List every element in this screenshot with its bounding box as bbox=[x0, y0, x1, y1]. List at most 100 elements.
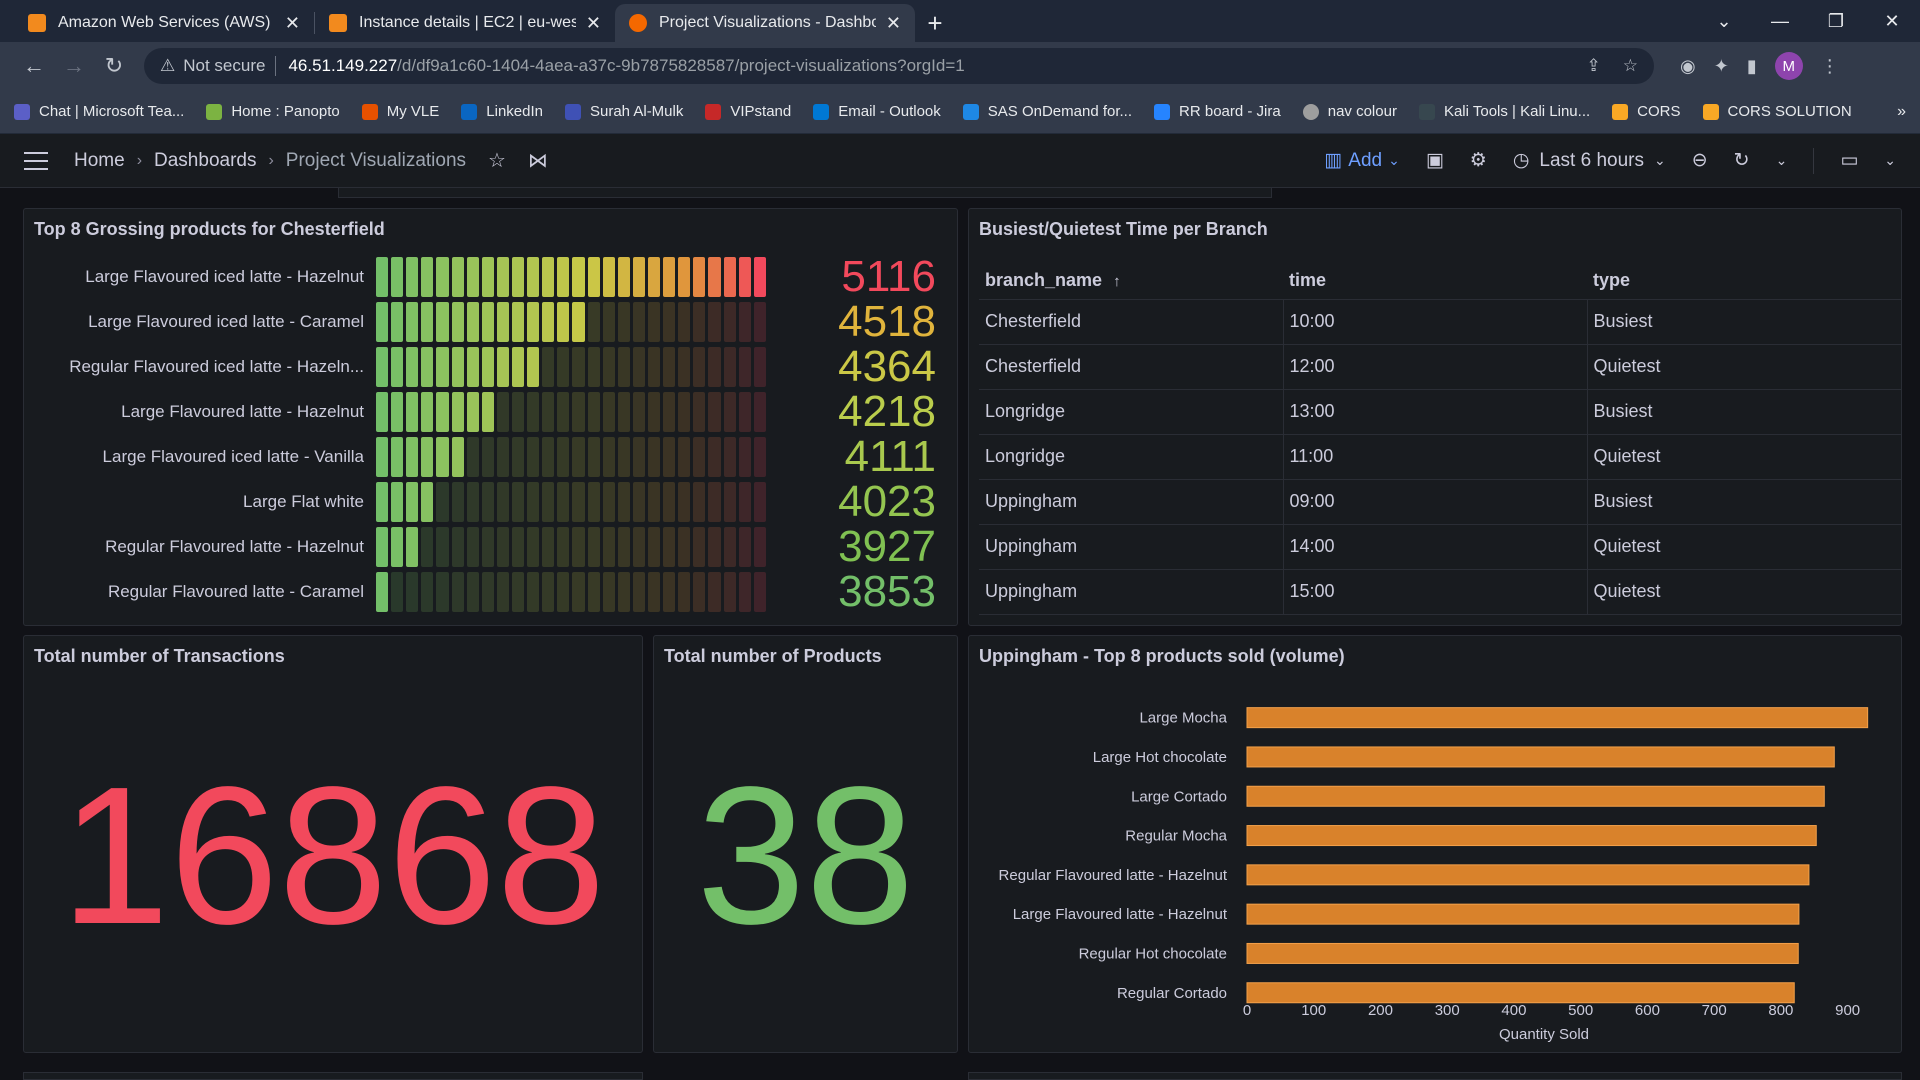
menu-icon[interactable] bbox=[24, 151, 48, 170]
bookmark-vle[interactable]: My VLE bbox=[361, 103, 439, 120]
bar-gauge-cell bbox=[587, 302, 600, 342]
address-bar[interactable]: ⚠ Not secure 46.51.149.227/d/df9a1c60-14… bbox=[144, 48, 1654, 84]
jira-icon bbox=[1154, 103, 1171, 120]
bar-gauge-cell bbox=[572, 392, 585, 432]
table-cell: 10:00 bbox=[1283, 299, 1588, 345]
chevron-down-icon[interactable]: ⌄ bbox=[1776, 152, 1788, 169]
bar-gauge-cell bbox=[496, 302, 509, 342]
table-cell: Longridge bbox=[979, 434, 1284, 480]
bookmark-surah[interactable]: Surah Al-Mulk bbox=[564, 103, 683, 120]
puzzle-extensions-icon[interactable]: ✦ bbox=[1714, 56, 1729, 77]
bar-gauge-cell bbox=[753, 482, 766, 522]
minimize-icon[interactable]: — bbox=[1752, 11, 1808, 32]
bookmark-teams[interactable]: Chat | Microsoft Tea... bbox=[14, 103, 184, 120]
bar-category-label: Large Flavoured latte - Hazelnut bbox=[1013, 906, 1228, 923]
bar-gauge-cell bbox=[391, 392, 404, 432]
x-tick-label: 100 bbox=[1301, 1002, 1326, 1019]
column-header-branch-name[interactable]: branch_name ↑ bbox=[979, 263, 1283, 300]
bookmark-nav-colour[interactable]: nav colour bbox=[1302, 103, 1397, 120]
bar-gauge-cell bbox=[406, 527, 419, 567]
panel-total-products: Total number of Products 38 bbox=[653, 635, 958, 1053]
bar-gauge-cell bbox=[663, 527, 676, 567]
save-icon[interactable]: ▣ bbox=[1426, 149, 1444, 172]
bar-gauge-cell bbox=[572, 482, 585, 522]
bar-gauge-cell bbox=[466, 302, 479, 342]
collapsed-panel-edge bbox=[338, 188, 1272, 198]
restore-icon[interactable]: ❐ bbox=[1808, 11, 1864, 32]
bookmark-star-icon[interactable]: ☆ bbox=[1623, 56, 1638, 76]
bar-gauge-cell bbox=[587, 482, 600, 522]
bookmark-vipstand[interactable]: VIPstand bbox=[705, 103, 791, 120]
bookmark-panopto[interactable]: Home : Panopto bbox=[206, 103, 340, 120]
time-range-picker[interactable]: ◷ Last 6 hours ⌄ bbox=[1513, 149, 1666, 172]
chevron-right-icon: › bbox=[136, 151, 143, 169]
bar-gauge-cell bbox=[602, 392, 615, 432]
bar-gauge-cell bbox=[466, 347, 479, 387]
browser-tab-aws[interactable]: Amazon Web Services (AWS) ✕ bbox=[14, 4, 314, 42]
chevron-down-icon: ⌄ bbox=[1388, 152, 1400, 168]
side-panel-icon[interactable]: ▮ bbox=[1747, 56, 1757, 77]
close-window-icon[interactable]: ✕ bbox=[1864, 11, 1920, 32]
bar-gauge-cell bbox=[617, 482, 630, 522]
browser-tab-grafana[interactable]: Project Visualizations - Dashboard ✕ bbox=[615, 4, 915, 42]
bookmark-kali[interactable]: Kali Tools | Kali Linu... bbox=[1418, 103, 1590, 120]
bar-gauge-cell bbox=[406, 482, 419, 522]
bar-gauge-cell bbox=[753, 527, 766, 567]
bookmark-linkedin[interactable]: LinkedIn bbox=[461, 103, 543, 120]
bar-gauge-cell bbox=[708, 482, 721, 522]
bar-gauge-cell bbox=[678, 347, 691, 387]
x-tick-label: 800 bbox=[1768, 1002, 1793, 1019]
panel-title[interactable]: Total number of Transactions bbox=[34, 646, 285, 667]
tab-search-chevron-icon[interactable]: ⌄ bbox=[1696, 11, 1752, 32]
bar-gauge-cell bbox=[557, 527, 570, 567]
bar-gauge-cell bbox=[376, 437, 389, 477]
chevron-down-icon[interactable]: ⌄ bbox=[1884, 152, 1896, 169]
new-tab-button[interactable]: + bbox=[915, 4, 955, 42]
breadcrumb-home[interactable]: Home bbox=[74, 150, 125, 172]
nav-separator bbox=[1813, 147, 1815, 174]
x-tick-label: 0 bbox=[1243, 1002, 1251, 1019]
bar-gauge-row: Large Flavoured latte - Hazelnut 4218 bbox=[32, 390, 936, 434]
share-icon[interactable]: ⋈ bbox=[528, 148, 548, 173]
refresh-icon[interactable]: ↻ bbox=[1734, 149, 1750, 172]
bar-gauge-cell bbox=[496, 527, 509, 567]
reload-icon[interactable]: ↻ bbox=[94, 53, 134, 79]
share-icon[interactable]: ⇪ bbox=[1587, 56, 1601, 76]
panel-title[interactable]: Total number of Products bbox=[664, 646, 882, 667]
back-arrow-icon[interactable]: ← bbox=[14, 53, 54, 79]
bookmark-label: Chat | Microsoft Tea... bbox=[39, 103, 185, 120]
browser-tab-ec2[interactable]: Instance details | EC2 | eu-west-1 ✕ bbox=[315, 4, 615, 42]
close-icon[interactable]: ✕ bbox=[586, 13, 601, 34]
add-button[interactable]: ▥ Add ⌄ bbox=[1324, 149, 1400, 172]
bar-gauge-cell bbox=[421, 437, 434, 477]
x-tick-label: 200 bbox=[1368, 1002, 1393, 1019]
bookmark-jira[interactable]: RR board - Jira bbox=[1154, 103, 1281, 120]
bookmark-outlook[interactable]: Email - Outlook bbox=[813, 103, 941, 120]
extension-owl-icon[interactable]: ◉ bbox=[1680, 56, 1696, 77]
profile-avatar[interactable]: M bbox=[1774, 52, 1803, 80]
table-row: Uppingham 14:00 Quietest bbox=[979, 524, 1901, 570]
more-bookmarks-icon[interactable]: » bbox=[1897, 103, 1906, 121]
zoom-out-icon[interactable]: ⊖ bbox=[1692, 149, 1708, 172]
column-header-type[interactable]: type bbox=[1587, 263, 1901, 300]
bookmark-sas[interactable]: SAS OnDemand for... bbox=[962, 103, 1132, 120]
panel-title[interactable]: Busiest/Quietest Time per Branch bbox=[979, 219, 1268, 240]
sort-ascending-icon: ↑ bbox=[1113, 273, 1121, 291]
gear-icon[interactable]: ⚙ bbox=[1470, 149, 1487, 172]
star-icon[interactable]: ☆ bbox=[488, 148, 506, 173]
close-icon[interactable]: ✕ bbox=[886, 13, 901, 34]
kebab-menu-icon[interactable]: ⋮ bbox=[1821, 56, 1839, 77]
column-header-time[interactable]: time bbox=[1283, 263, 1587, 300]
bar-gauge-cell bbox=[723, 257, 736, 297]
panel-title[interactable]: Top 8 Grossing products for Chesterfield bbox=[34, 219, 385, 240]
bar-gauge-cell bbox=[511, 437, 525, 477]
bookmark-cors-solution[interactable]: CORS SOLUTION bbox=[1702, 103, 1852, 120]
forward-arrow-icon[interactable]: → bbox=[54, 53, 94, 79]
bookmark-cors[interactable]: CORS bbox=[1612, 103, 1681, 120]
breadcrumb-dashboards[interactable]: Dashboards bbox=[154, 150, 256, 172]
bar bbox=[1246, 942, 1799, 964]
close-icon[interactable]: ✕ bbox=[285, 13, 300, 34]
breadcrumb-current: Project Visualizations bbox=[285, 149, 467, 171]
bar-gauge-cell bbox=[647, 527, 661, 567]
tv-mode-icon[interactable]: ▭ bbox=[1840, 149, 1858, 172]
